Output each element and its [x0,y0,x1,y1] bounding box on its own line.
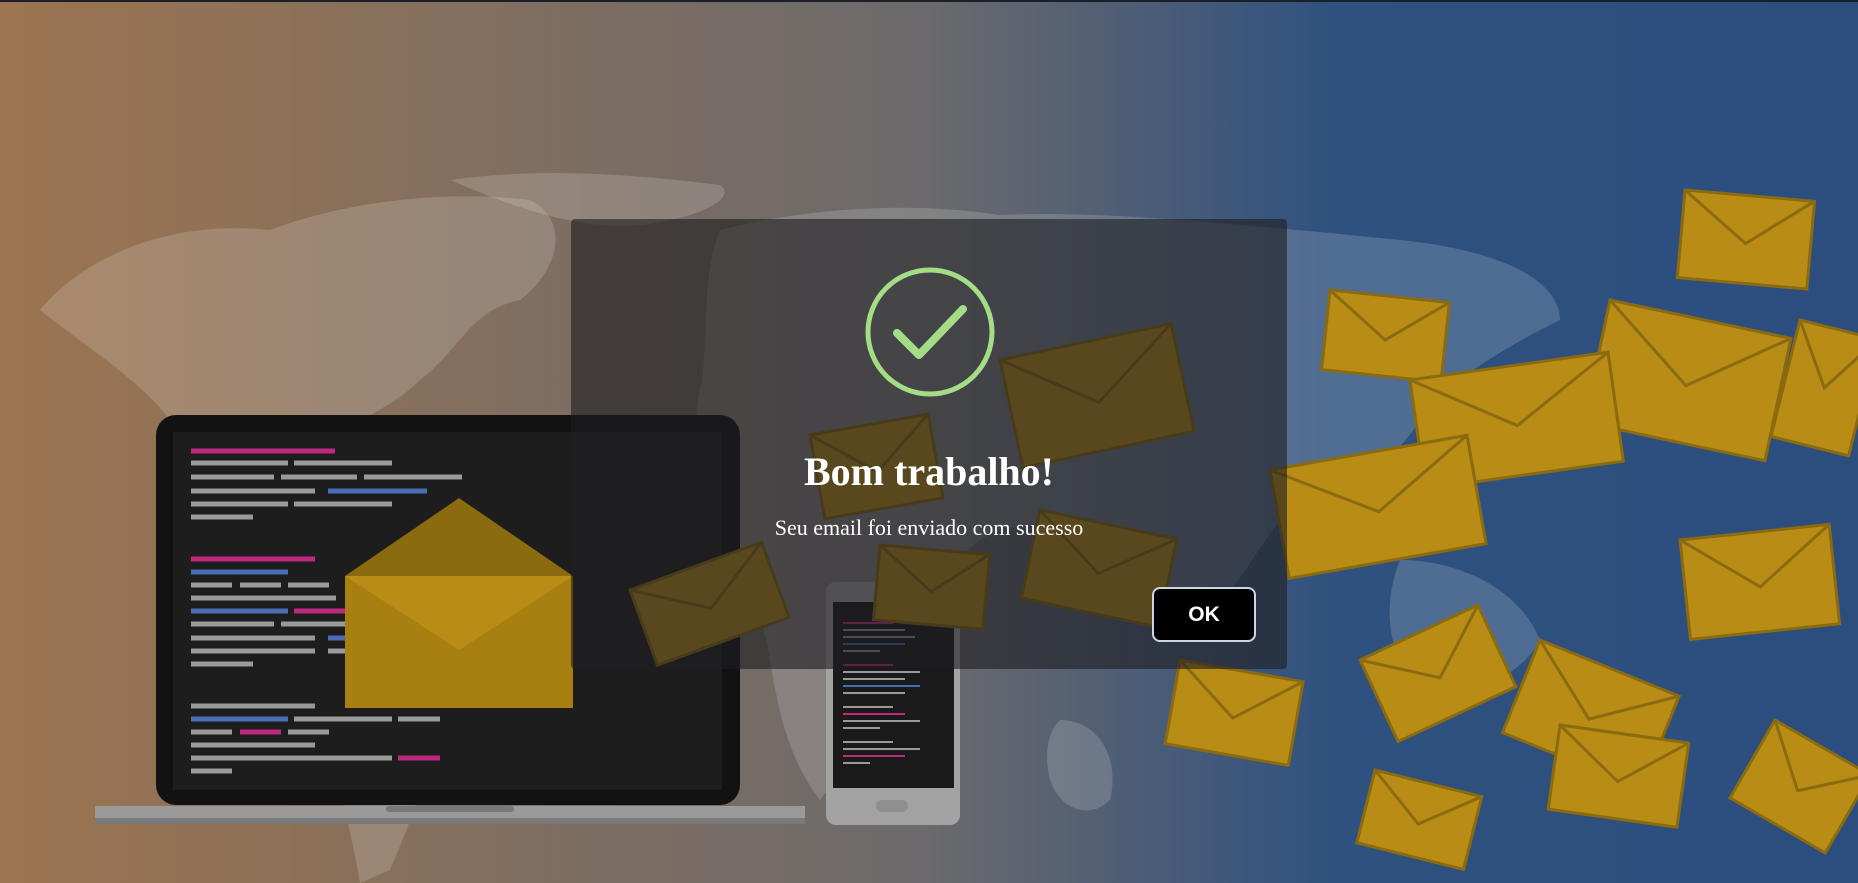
top-border [0,0,1858,2]
success-dialog: Bom trabalho! Seu email foi enviado com … [571,219,1287,669]
ok-button[interactable]: OK [1152,587,1256,642]
dialog-message: Seu email foi enviado com sucesso [774,515,1084,540]
dialog-title: Bom trabalho! [804,449,1054,494]
success-check-icon [865,267,995,397]
